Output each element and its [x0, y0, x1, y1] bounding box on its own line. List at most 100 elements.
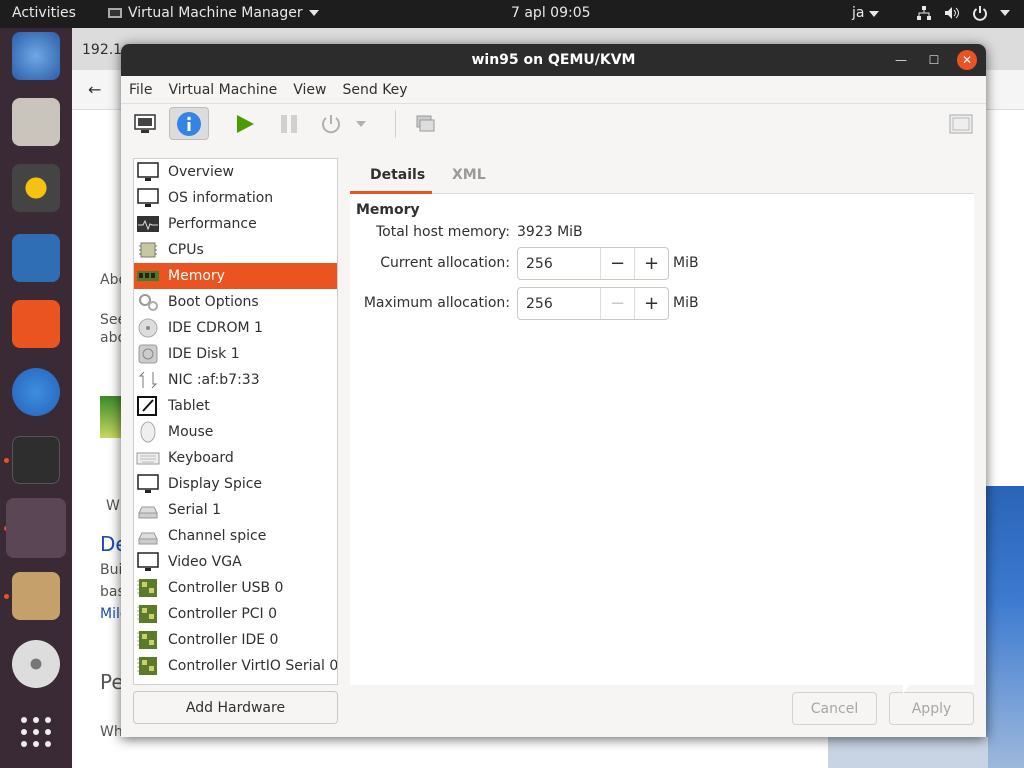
total-memory-label: Total host memory: [375, 224, 510, 240]
hardware-item-label: Controller PCI 0 [168, 606, 278, 622]
software-icon[interactable] [12, 300, 60, 348]
fullscreen-button[interactable] [941, 107, 981, 140]
hardware-item[interactable]: OS information [134, 185, 337, 211]
chevron-down-icon [1000, 10, 1010, 16]
fullscreen-icon [949, 114, 973, 133]
menu-send-key[interactable]: Send Key [342, 82, 407, 98]
menu-view[interactable]: View [293, 82, 326, 98]
hardware-item-label: OS information [168, 190, 274, 206]
menu-bar: File Virtual Machine View Send Key [121, 76, 986, 104]
hardware-item[interactable]: Controller VirtIO Serial 0 [134, 653, 337, 679]
volume-icon [945, 7, 959, 19]
hardware-item[interactable]: Controller USB 0 [134, 575, 337, 601]
browser-text: Bui [100, 562, 123, 578]
hardware-item-label: CPUs [168, 242, 204, 258]
minimize-icon[interactable]: — [891, 50, 911, 70]
browser-thumbnail [100, 396, 122, 438]
vmm-app-icon [108, 8, 122, 18]
title-bar[interactable]: win95 on QEMU/KVM — ☐ ✕ [121, 44, 986, 76]
hardware-item[interactable]: Controller PCI 0 [134, 601, 337, 627]
info-icon [177, 111, 201, 136]
activities-button[interactable]: Activities [12, 5, 76, 21]
current-allocation-input[interactable]: 256 [518, 248, 600, 279]
increment-button[interactable]: + [634, 288, 668, 319]
run-button[interactable] [225, 107, 265, 140]
hardware-item[interactable]: CPUs [134, 237, 337, 263]
monitor-icon [134, 113, 156, 133]
hardware-item[interactable]: Memory [134, 263, 337, 289]
menu-file[interactable]: File [129, 82, 152, 98]
writer-icon[interactable] [12, 234, 60, 282]
hardware-item[interactable]: Tablet [134, 393, 337, 419]
back-arrow-icon[interactable]: ← [88, 80, 101, 99]
decrement-button[interactable]: − [600, 248, 634, 279]
window-title: win95 on QEMU/KVM [471, 52, 636, 68]
console-button[interactable] [125, 107, 165, 140]
current-allocation-stepper: 256 − + [517, 247, 669, 280]
hardware-item-label: Display Spice [168, 476, 263, 492]
cdrom-icon [136, 317, 160, 339]
hardware-item[interactable]: IDE CDROM 1 [134, 315, 337, 341]
details-pane: Details XML Memory Total host memory: 39… [350, 158, 974, 685]
tab-xml[interactable]: XML [452, 167, 486, 183]
hardware-item[interactable]: Display Spice [134, 471, 337, 497]
tab-details[interactable]: Details [370, 167, 425, 183]
power-icon [973, 6, 987, 21]
hardware-item[interactable]: Channel spice [134, 523, 337, 549]
shutdown-button[interactable] [311, 107, 351, 140]
cancel-button[interactable]: Cancel [792, 692, 877, 725]
hardware-item[interactable]: IDE Disk 1 [134, 341, 337, 367]
decrement-button[interactable]: − [600, 288, 634, 319]
hardware-item-label: Serial 1 [168, 502, 221, 518]
hardware-item[interactable]: Serial 1 [134, 497, 337, 523]
maximize-icon[interactable]: ☐ [924, 50, 944, 70]
performance-icon [136, 213, 160, 235]
clock[interactable]: 7 apl 09:05 [511, 5, 591, 21]
terminal-icon[interactable] [12, 436, 60, 484]
cd-drive-icon[interactable] [12, 640, 60, 688]
hardware-item[interactable]: Overview [134, 159, 337, 185]
hardware-item[interactable]: Performance [134, 211, 337, 237]
gears-icon [136, 291, 160, 313]
increment-button[interactable]: + [634, 248, 668, 279]
monitor-icon [136, 551, 160, 573]
network-icon [136, 369, 160, 391]
details-button[interactable] [169, 107, 209, 140]
chevron-down-icon [308, 10, 319, 16]
maximum-allocation-input[interactable]: 256 [518, 288, 600, 319]
maximum-allocation-label: Maximum allocation: [363, 295, 510, 311]
keyboard-icon [136, 447, 160, 469]
current-allocation-unit: MiB [673, 255, 699, 271]
virt-manager-icon[interactable] [6, 498, 66, 558]
active-tab-indicator [350, 191, 432, 194]
system-tray[interactable] [916, 5, 1010, 21]
maximum-allocation-unit: MiB [673, 295, 699, 311]
add-hardware-button[interactable]: Add Hardware [133, 691, 338, 724]
hardware-item[interactable]: Keyboard [134, 445, 337, 471]
apply-button[interactable]: Apply [889, 692, 974, 725]
hardware-item[interactable]: Video VGA [134, 549, 337, 575]
app-grid-icon[interactable] [12, 708, 60, 756]
hardware-item[interactable]: Controller IDE 0 [134, 627, 337, 653]
total-memory-value: 3923 MiB [517, 224, 583, 240]
close-icon[interactable]: ✕ [957, 50, 977, 70]
rhythmbox-icon[interactable] [12, 164, 60, 212]
hardware-item[interactable]: NIC :af:b7:33 [134, 367, 337, 393]
app-menu[interactable]: Virtual Machine Manager [108, 5, 319, 21]
disk-icon [136, 343, 160, 365]
hardware-item-label: Video VGA [168, 554, 242, 570]
play-icon [237, 114, 254, 133]
files-icon[interactable] [12, 98, 60, 146]
address-text[interactable]: 192.1 [82, 42, 122, 58]
snapshots-button[interactable] [405, 107, 445, 140]
pause-button[interactable] [269, 107, 309, 140]
hardware-item[interactable]: Boot Options [134, 289, 337, 315]
user-name: ja [852, 5, 865, 21]
menu-virtual-machine[interactable]: Virtual Machine [168, 82, 277, 98]
user-menu[interactable]: ja [852, 5, 879, 21]
thunderbird-icon[interactable] [12, 32, 60, 80]
installer-icon[interactable] [12, 572, 60, 620]
shutdown-menu-button[interactable] [351, 107, 371, 140]
help-icon[interactable] [12, 368, 60, 416]
hardware-item[interactable]: Mouse [134, 419, 337, 445]
